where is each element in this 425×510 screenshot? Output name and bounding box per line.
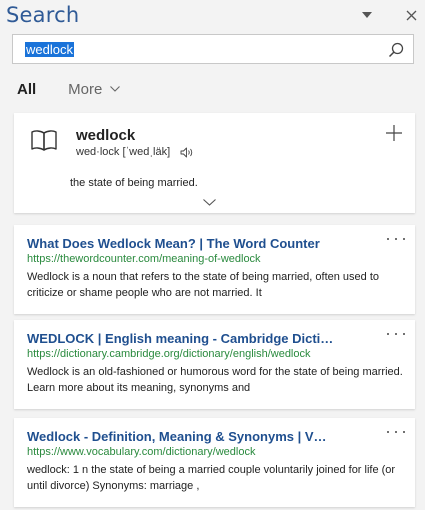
- pane-options-button[interactable]: [360, 9, 374, 21]
- result-more-button[interactable]: [387, 234, 405, 244]
- add-button[interactable]: [384, 123, 404, 143]
- speaker-icon[interactable]: [180, 147, 194, 158]
- more-dots-icon: [387, 333, 389, 335]
- search-icon: [388, 42, 404, 58]
- chevron-down-icon: [110, 86, 121, 92]
- definition-word: wedlock: [76, 127, 136, 144]
- definition-text: the state of being married.: [70, 177, 198, 189]
- result-title-link[interactable]: WEDLOCK | English meaning - Cambridge Di…: [27, 331, 372, 346]
- search-button[interactable]: [385, 39, 407, 61]
- result-more-button[interactable]: [387, 427, 405, 437]
- result-title-link[interactable]: What Does Wedlock Mean? | The Word Count…: [27, 236, 372, 251]
- definition-pronunciation: wed·lock [ˈwedˌläk]: [76, 146, 194, 158]
- more-dots-icon: [387, 238, 389, 240]
- tab-more[interactable]: More: [68, 80, 121, 98]
- pane-header: Search: [0, 0, 425, 32]
- result-title-link[interactable]: Wedlock - Definition, Meaning & Synonyms…: [27, 429, 372, 444]
- search-result: WEDLOCK | English meaning - Cambridge Di…: [14, 320, 415, 409]
- more-dots-icon: [387, 431, 389, 433]
- book-icon: [31, 130, 57, 151]
- search-result: Wedlock - Definition, Meaning & Synonyms…: [14, 418, 415, 507]
- tab-all[interactable]: All: [17, 81, 36, 98]
- expand-definition-button[interactable]: [202, 197, 216, 207]
- result-url: https://www.vocabulary.com/dictionary/we…: [27, 446, 256, 458]
- close-button[interactable]: [403, 7, 419, 23]
- close-icon: [406, 10, 416, 20]
- result-url: https://thewordcounter.com/meaning-of-we…: [27, 253, 261, 265]
- pronunciation-text: wed·lock [ˈwedˌläk]: [76, 146, 171, 158]
- result-url: https://dictionary.cambridge.org/diction…: [27, 348, 311, 360]
- chevron-down-icon: [202, 198, 216, 206]
- result-more-button[interactable]: [387, 329, 405, 339]
- search-box[interactable]: wedlock: [12, 34, 414, 64]
- result-snippet: Wedlock is a noun that refers to the sta…: [27, 271, 379, 299]
- chevron-down-icon: [362, 12, 372, 18]
- result-snippet: wedlock: 1 n the state of being a marrie…: [27, 464, 396, 492]
- tab-more-label: More: [68, 80, 103, 98]
- pane-title: Search: [6, 3, 80, 27]
- search-result: What Does Wedlock Mean? | The Word Count…: [14, 225, 415, 314]
- search-input[interactable]: wedlock: [25, 42, 74, 57]
- filter-tabs: All More: [17, 80, 121, 98]
- definition-card: wedlock wed·lock [ˈwedˌläk] the state of…: [14, 113, 415, 213]
- result-snippet: Wedlock is an old-fashioned or humorous …: [27, 366, 403, 394]
- plus-icon: [386, 125, 402, 141]
